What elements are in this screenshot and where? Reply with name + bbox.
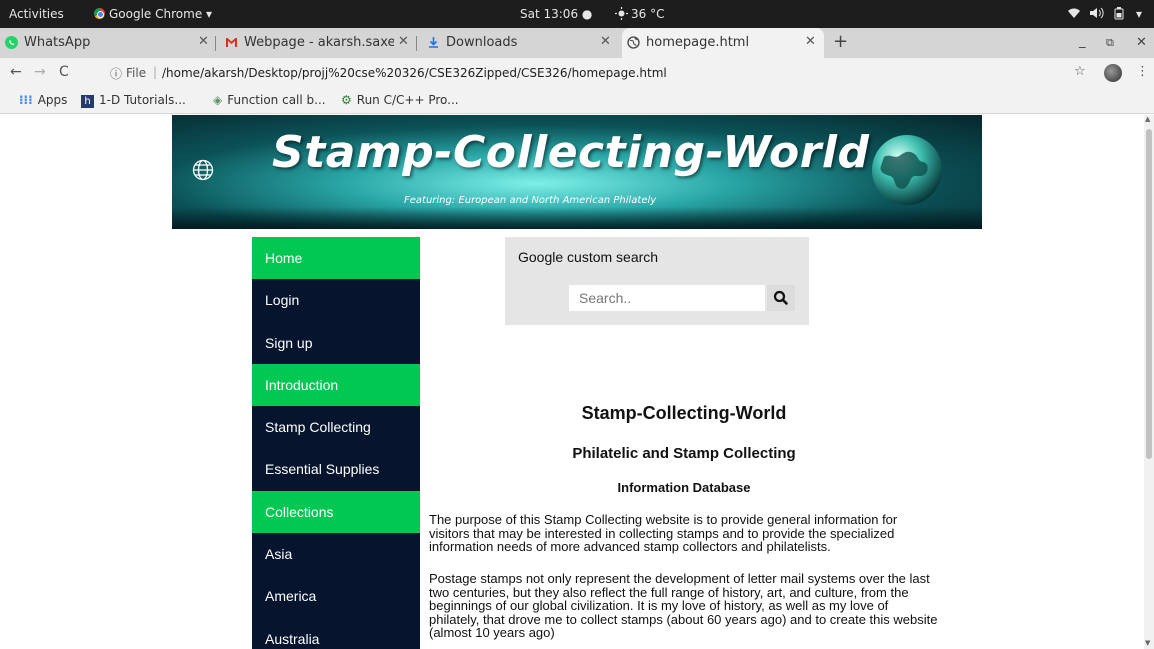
bookmark-function-call[interactable]: ◈ Function call b... [213, 93, 326, 107]
nav-item-america[interactable]: America [252, 575, 420, 618]
nav-item-asia[interactable]: Asia [252, 533, 420, 576]
close-icon[interactable]: ✕ [398, 34, 409, 49]
earth-globe-icon [872, 135, 942, 205]
intro-paragraph: The purpose of this Stamp Collecting web… [429, 512, 898, 554]
kebab-menu-icon[interactable]: ⋮ [1136, 64, 1149, 79]
page-title: Stamp-Collecting-World [581, 403, 787, 423]
custom-search-panel: Google custom search [505, 237, 809, 325]
nav-item-stamp-collecting[interactable]: Stamp Collecting [252, 406, 420, 449]
nav-item-australia[interactable]: Australia [252, 617, 420, 649]
page-subtitle: Philatelic and Stamp Collecting [572, 445, 796, 462]
bookmark-1d-tutorials[interactable]: h 1-D Tutorials... [81, 93, 186, 108]
diamond-icon: ◈ [213, 93, 223, 107]
download-icon [429, 37, 438, 48]
close-icon[interactable]: ✕ [600, 34, 611, 49]
new-tab-plus-icon[interactable]: + [833, 31, 848, 52]
globe-icon [627, 36, 640, 49]
nav-item-essential-supplies[interactable]: Essential Supplies [252, 448, 420, 491]
gear-icon: ⚙ [341, 93, 352, 107]
close-icon[interactable]: ✕ [805, 34, 816, 49]
avatar[interactable] [1104, 64, 1122, 82]
search-icon [773, 290, 788, 305]
app-menu[interactable]: Google Chrome ▾ [94, 7, 212, 21]
whatsapp-icon [5, 36, 18, 49]
nav-item-login[interactable]: Login [252, 279, 420, 322]
nav-item-collections[interactable]: Collections [252, 490, 420, 534]
side-navigation: Home Login Sign up Introduction Stamp Co… [252, 237, 420, 649]
wifi-icon[interactable] [1067, 7, 1081, 22]
volume-icon[interactable] [1089, 7, 1104, 22]
page-viewport[interactable]: Stamp-Collecting-World Featuring: Europe… [0, 115, 1154, 649]
tab-downloads[interactable]: Downloads ✕ [422, 28, 622, 58]
bookmarks-bar: ⁝⁝⁝ Apps h 1-D Tutorials... ◈ Function call… [0, 88, 1154, 114]
forward-arrow-icon[interactable]: → [34, 64, 46, 80]
banner-title: Stamp-Collecting-World [272, 127, 870, 178]
tab-label: Downloads [446, 35, 518, 50]
address-bar[interactable]: ⓘ File | /home/akarsh/Desktop/projj%20cs… [98, 61, 1098, 85]
history-paragraph: Postage stamps not only represent the de… [429, 571, 938, 640]
globe-icon [192, 159, 214, 181]
scrollbar-thumb[interactable] [1146, 129, 1152, 459]
tab-whatsapp[interactable]: WhatsApp ✕ [0, 28, 218, 58]
apps-grid-icon: ⁝⁝⁝ [19, 93, 33, 107]
system-menu-chevron-icon[interactable]: ▾ [1136, 7, 1142, 21]
back-arrow-icon[interactable]: ← [10, 64, 22, 80]
banner-subtitle: Featuring: European and North American P… [404, 195, 657, 206]
vertical-scrollbar[interactable]: ▲ ▼ [1144, 115, 1154, 649]
reload-icon[interactable]: C [59, 64, 69, 80]
tab-label: Webpage - akarsh.saxena [244, 35, 394, 50]
clock[interactable]: Sat 13:06 ● [520, 7, 592, 21]
restore-icon[interactable]: ⧉ [1106, 36, 1114, 50]
minimize-icon[interactable]: _ [1079, 34, 1086, 49]
url-text[interactable]: /home/akarsh/Desktop/projj%20cse%20326/C… [162, 66, 667, 80]
battery-icon[interactable] [1114, 7, 1124, 23]
nav-item-home[interactable]: Home [252, 237, 420, 280]
gmail-icon [226, 38, 237, 47]
tab-separator [416, 36, 417, 51]
search-label: Google custom search [518, 249, 659, 265]
scroll-up-arrow-icon[interactable]: ▲ [1145, 115, 1150, 123]
bookmark-star-icon[interactable]: ☆ [1074, 64, 1086, 79]
window-close-icon[interactable]: ✕ [1136, 35, 1147, 50]
tab-strip: WhatsApp ✕ Webpage - akarsh.saxena ✕ Dow… [0, 28, 1154, 58]
browser-toolbar: ← → C ⓘ File | /home/akarsh/Desktop/proj… [0, 58, 1154, 88]
bookmark-apps[interactable]: ⁝⁝⁝ Apps [19, 93, 67, 107]
sun-icon [615, 7, 628, 20]
scheme-label: File [126, 66, 147, 80]
close-icon[interactable]: ✕ [198, 34, 209, 49]
nav-item-sign-up[interactable]: Sign up [252, 321, 420, 364]
nav-item-introduction[interactable]: Introduction [252, 363, 420, 407]
site-banner: Stamp-Collecting-World Featuring: Europe… [172, 115, 982, 229]
tab-label: WhatsApp [24, 35, 91, 50]
weather[interactable]: 36 °C [615, 7, 664, 21]
search-input[interactable] [569, 285, 765, 311]
system-top-bar: Activities Google Chrome ▾ Sat 13:06 ● 3… [0, 0, 1154, 28]
chrome-icon [94, 8, 105, 19]
info-icon[interactable]: ⓘ [110, 65, 122, 82]
activities-button[interactable]: Activities [9, 7, 64, 21]
scroll-down-arrow-icon[interactable]: ▼ [1145, 639, 1150, 647]
tab-homepage[interactable]: homepage.html ✕ [622, 28, 824, 58]
tab-gmail[interactable]: Webpage - akarsh.saxena ✕ [220, 28, 418, 58]
tab-separator [215, 36, 216, 51]
bookmark-run-cpp[interactable]: ⚙ Run C/C++ Pro... [341, 93, 459, 107]
section-heading: Information Database [617, 480, 751, 495]
address-divider: | [153, 65, 158, 79]
search-button[interactable] [767, 285, 795, 311]
tab-label: homepage.html [646, 35, 750, 50]
h-icon: h [81, 95, 94, 108]
